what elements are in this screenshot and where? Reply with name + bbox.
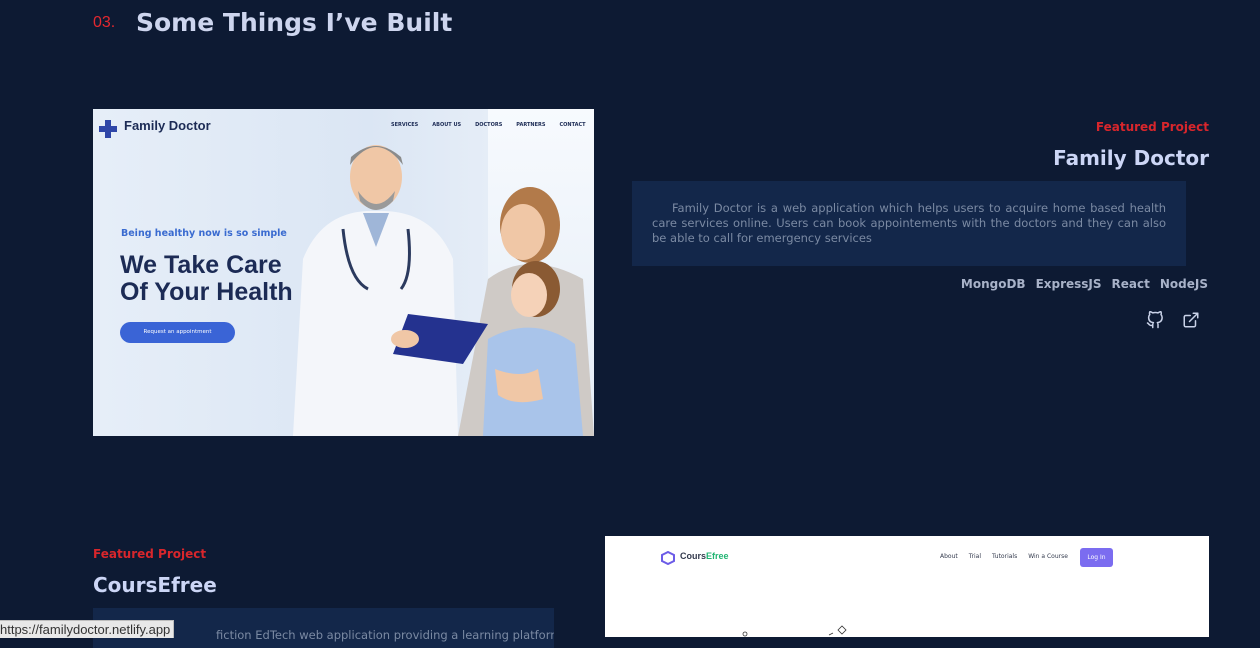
cross-logo-icon bbox=[99, 120, 117, 138]
doctor-family-illustration bbox=[293, 145, 594, 436]
tech-item: ExpressJS bbox=[1035, 277, 1102, 291]
external-link-icon[interactable] bbox=[1182, 311, 1200, 329]
project-title-family-doctor[interactable]: Family Doctor bbox=[1053, 146, 1209, 170]
featured-project-label: Featured Project bbox=[1095, 120, 1209, 134]
tech-item: NodeJS bbox=[1159, 277, 1208, 291]
mock-brand: CoursEfree bbox=[680, 551, 729, 561]
tech-item: MongoDB bbox=[960, 277, 1026, 291]
status-bar-url: https://familydoctor.netlify.app bbox=[0, 620, 175, 638]
github-icon[interactable] bbox=[1146, 310, 1164, 329]
mock-brand-a: Cours bbox=[680, 551, 707, 561]
featured-project-label: Featured Project bbox=[93, 547, 207, 561]
mock-nav-item: PARTNERS bbox=[516, 122, 546, 128]
mock-nav-item: ABOUT US bbox=[432, 122, 462, 128]
project-image-coursefree[interactable]: CoursEfree About Trial Tutorials Win a C… bbox=[605, 536, 1209, 637]
mock-nav-item: SERVICES bbox=[391, 122, 419, 128]
mock-cta-button: Request an appointment bbox=[120, 322, 235, 343]
tech-list: MongoDB ExpressJS React NodeJS bbox=[951, 277, 1208, 291]
mock-headline: We Take Care Of Your Health bbox=[120, 252, 293, 306]
mock-nav-item: Win a Course bbox=[1028, 553, 1068, 560]
mock-nav-item: Trial bbox=[968, 553, 982, 560]
project-title-coursefree[interactable]: CoursEfree bbox=[93, 573, 217, 597]
section-number: 03. bbox=[93, 14, 116, 31]
mock-nav-item: DOCTORS bbox=[475, 122, 503, 128]
mock-nav-item: About bbox=[940, 553, 958, 560]
mock-headline-line1: We Take Care bbox=[120, 251, 282, 279]
mock-nav: SERVICES ABOUT US DOCTORS PARTNERS CONTA… bbox=[391, 122, 586, 128]
graduation-cap-icon bbox=[661, 550, 675, 566]
tech-item: React bbox=[1111, 277, 1150, 291]
mock-nav-item: Tutorials bbox=[992, 553, 1018, 560]
mock-brand-b: Efree bbox=[706, 551, 729, 561]
project-description: Family Doctor is a web application which… bbox=[632, 181, 1186, 266]
decor-shapes bbox=[742, 625, 847, 637]
section-title: Some Things I’ve Built bbox=[136, 8, 453, 37]
mock-headline-line2: Of Your Health bbox=[120, 278, 293, 306]
project-image-family-doctor[interactable]: Family Doctor SERVICES ABOUT US DOCTORS … bbox=[93, 109, 594, 436]
mock-nav-item: CONTACT bbox=[559, 122, 586, 128]
mock-tagline: Being healthy now is so simple bbox=[121, 228, 287, 239]
mock-login-button: Log In bbox=[1080, 548, 1113, 567]
mock-nav: About Trial Tutorials Win a Course bbox=[940, 553, 1068, 560]
mock-brand: Family Doctor bbox=[124, 118, 211, 133]
